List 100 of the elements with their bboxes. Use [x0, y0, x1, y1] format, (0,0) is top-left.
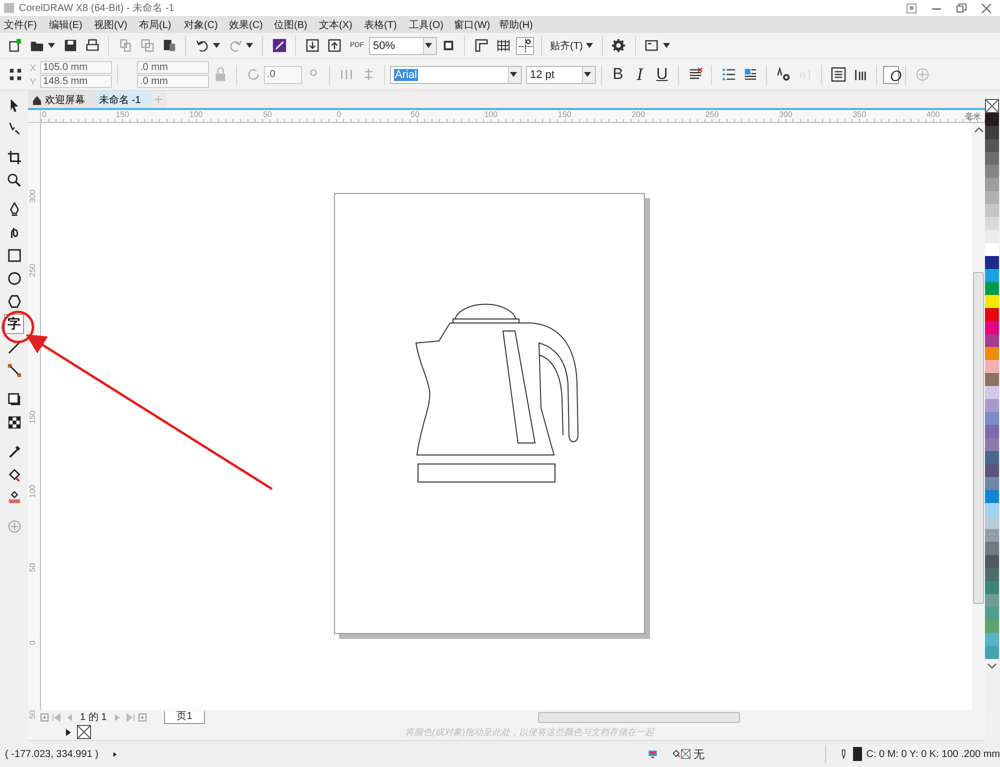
- restore-icon[interactable]: [956, 2, 967, 14]
- mirror-horizontal-icon: [338, 67, 354, 82]
- color-swatch[interactable]: [985, 451, 999, 464]
- zoom-dropdown[interactable]: 50%: [369, 36, 437, 54]
- width-field[interactable]: .0 mm: [137, 61, 209, 74]
- scrollbar-thumb[interactable]: [538, 712, 740, 722]
- no-color-swatch-icon[interactable]: [77, 725, 91, 739]
- add-page-icon[interactable]: [40, 712, 49, 722]
- add-page-icon[interactable]: [138, 712, 147, 722]
- color-swatch[interactable]: [985, 217, 999, 230]
- document-tab[interactable]: 欢迎屏幕: [28, 91, 95, 108]
- print-icon: [84, 38, 100, 53]
- menu-item[interactable]: 文件(F): [4, 18, 49, 32]
- menu-item[interactable]: 表格(T): [364, 18, 409, 32]
- expand-icon[interactable]: [112, 750, 118, 758]
- color-swatch[interactable]: [985, 399, 999, 412]
- color-swatch[interactable]: [985, 633, 999, 646]
- color-swatch[interactable]: [985, 334, 999, 347]
- color-swatch[interactable]: [985, 594, 999, 607]
- italic-button[interactable]: I: [630, 66, 650, 84]
- color-swatch[interactable]: [985, 373, 999, 386]
- color-swatch[interactable]: [985, 646, 999, 659]
- color-swatch[interactable]: [985, 529, 999, 542]
- color-swatch[interactable]: [985, 620, 999, 633]
- menu-item[interactable]: 编辑(E): [49, 18, 94, 32]
- color-swatch[interactable]: [985, 412, 999, 425]
- no-color-swatch-icon[interactable]: [985, 99, 999, 113]
- color-swatch[interactable]: [985, 269, 999, 282]
- caret-icon: [584, 72, 590, 77]
- color-swatch[interactable]: [985, 126, 999, 139]
- color-swatch[interactable]: [985, 243, 999, 256]
- color-swatch[interactable]: [985, 321, 999, 334]
- add-tab-button[interactable]: [150, 91, 167, 108]
- color-swatch[interactable]: [985, 360, 999, 373]
- menu-item[interactable]: 工具(O): [409, 18, 454, 32]
- color-swatch[interactable]: [985, 204, 999, 217]
- color-swatch[interactable]: [985, 607, 999, 620]
- caret-icon[interactable]: [662, 43, 670, 48]
- color-swatch[interactable]: [985, 230, 999, 243]
- color-swatch[interactable]: [985, 503, 999, 516]
- height-field[interactable]: .0 mm: [137, 75, 209, 88]
- color-swatch[interactable]: [985, 490, 999, 503]
- color-swatch[interactable]: [985, 308, 999, 321]
- color-swatch[interactable]: [985, 178, 999, 191]
- caret-icon[interactable]: [246, 43, 253, 48]
- snap-button[interactable]: 贴齐(T): [550, 38, 583, 52]
- last-page-icon[interactable]: [126, 712, 135, 722]
- y-position-field[interactable]: 148.5 mm: [40, 75, 112, 88]
- undo-icon: [194, 38, 210, 53]
- document-tab[interactable]: 未命名 -1: [95, 91, 151, 108]
- menu-item[interactable]: 布局(L): [139, 18, 184, 32]
- menu-item[interactable]: 位图(B): [274, 18, 319, 32]
- menu-item[interactable]: 对象(C): [184, 18, 229, 32]
- underline-button[interactable]: U: [652, 66, 672, 84]
- color-swatch[interactable]: [985, 516, 999, 529]
- expand-icon[interactable]: [64, 728, 73, 736]
- color-swatch[interactable]: [985, 464, 999, 477]
- paste-icon: [162, 38, 176, 53]
- color-swatch[interactable]: [985, 191, 999, 204]
- text-tool[interactable]: 字: [4, 314, 24, 334]
- bold-button[interactable]: B: [608, 66, 628, 84]
- page-tab[interactable]: 页1: [164, 710, 206, 724]
- color-swatch[interactable]: [985, 165, 999, 178]
- caret-icon[interactable]: [48, 43, 55, 48]
- caret-icon[interactable]: [586, 43, 593, 48]
- menu-item[interactable]: 文本(X): [319, 18, 364, 32]
- close-icon[interactable]: [981, 2, 992, 14]
- settings-button[interactable]: [610, 36, 628, 54]
- color-swatch[interactable]: [985, 568, 999, 581]
- menu-item[interactable]: 帮助(H): [499, 18, 544, 32]
- launcher-button[interactable]: [270, 36, 288, 54]
- color-swatch[interactable]: [985, 555, 999, 568]
- object-style-button[interactable]: O: [883, 66, 899, 84]
- color-swatch[interactable]: [985, 438, 999, 451]
- guidelines-button[interactable]: [516, 36, 534, 54]
- font-size-dropdown[interactable]: 12 pt: [526, 66, 596, 84]
- color-swatch[interactable]: [985, 542, 999, 555]
- color-swatch[interactable]: [985, 152, 999, 165]
- menu-item[interactable]: 效果(C): [229, 18, 274, 32]
- caret-icon[interactable]: [213, 43, 220, 48]
- color-swatch[interactable]: [985, 386, 999, 399]
- color-swatch[interactable]: [985, 581, 999, 594]
- color-swatch[interactable]: [985, 295, 999, 308]
- color-swatch[interactable]: [985, 425, 999, 438]
- x-position-field[interactable]: 105.0 mm: [40, 61, 112, 74]
- color-swatch[interactable]: [985, 477, 999, 490]
- angle-field[interactable]: .0: [264, 66, 302, 84]
- color-swatch[interactable]: [985, 347, 999, 360]
- text-frame-button[interactable]: [829, 66, 847, 84]
- color-swatch[interactable]: [985, 256, 999, 269]
- ruler-corner[interactable]: [28, 110, 41, 123]
- color-swatch[interactable]: [985, 139, 999, 152]
- menu-item[interactable]: 窗口(W): [454, 18, 499, 32]
- scrollbar-thumb[interactable]: [973, 272, 984, 604]
- color-swatch[interactable]: [985, 113, 999, 126]
- redo-icon: [228, 38, 242, 53]
- color-swatch[interactable]: [985, 282, 999, 295]
- user-icon[interactable]: [906, 2, 917, 14]
- first-page-icon[interactable]: [52, 712, 61, 722]
- menu-item[interactable]: 视图(V): [94, 18, 139, 32]
